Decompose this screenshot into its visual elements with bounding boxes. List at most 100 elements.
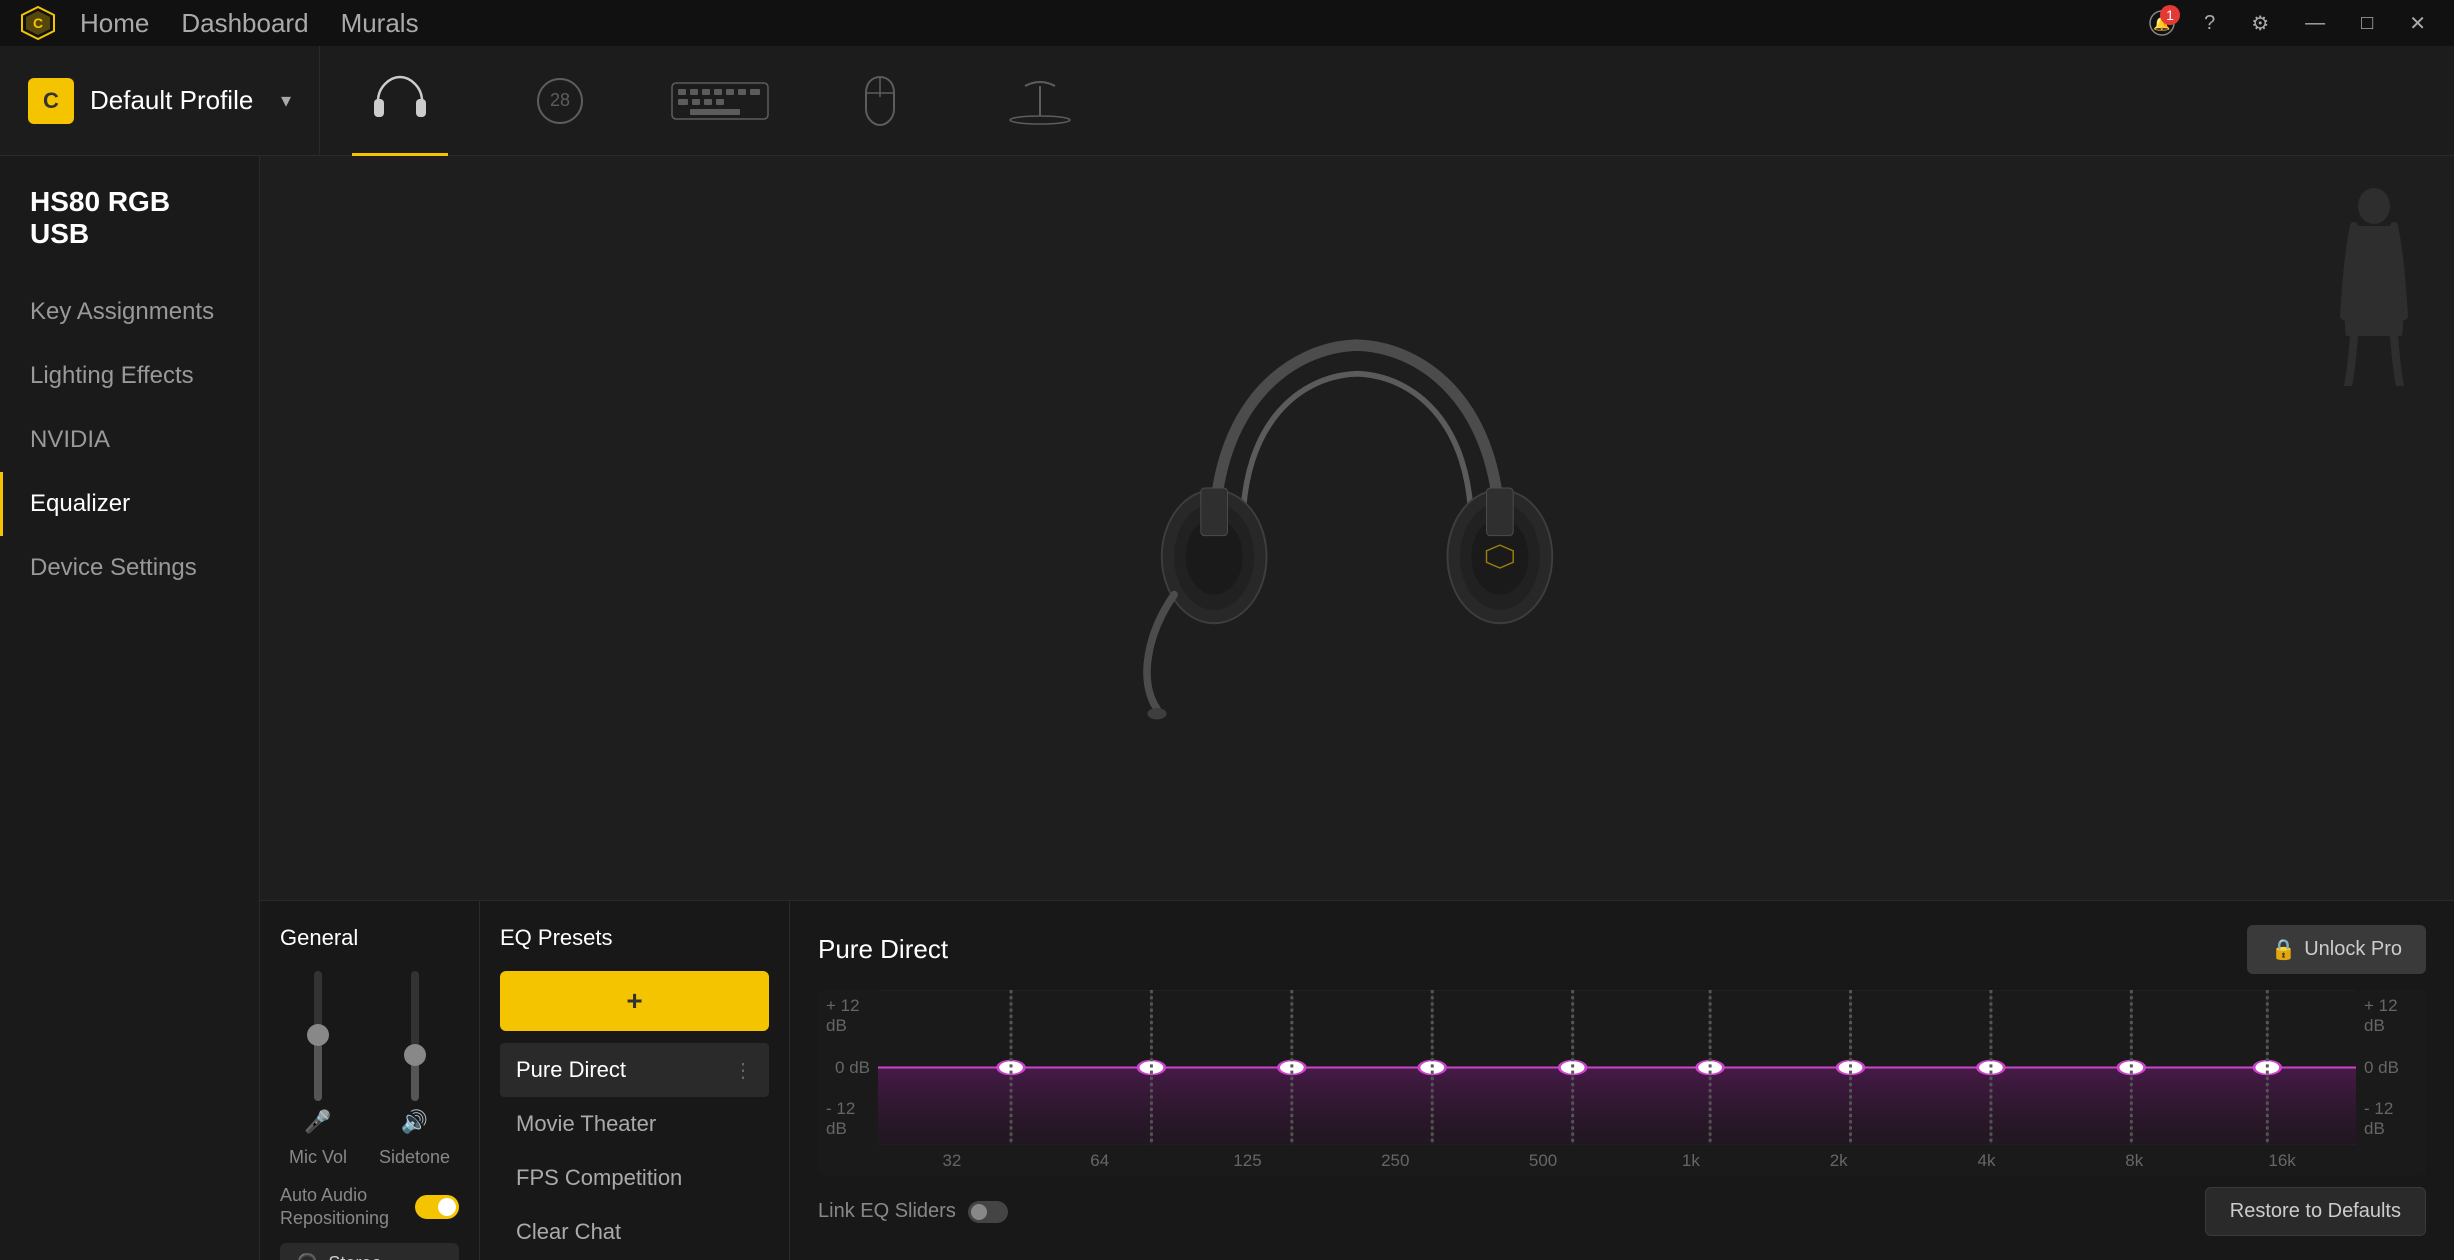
titlebar: C Home Dashboard Murals 🔔 1 ? ⚙ — □ ✕ [0, 0, 2454, 46]
eq-labels-left: + 12 dB 0 dB - 12 dB [818, 990, 878, 1145]
freq-label-500: 500 [1469, 1151, 1617, 1171]
headphones-icon: 🎧 [296, 1253, 318, 1260]
mic-vol-slider-col: 🎤 Mic Vol [289, 971, 347, 1168]
eq-footer: Link EQ Sliders Restore to Defaults [818, 1187, 2426, 1236]
preset-options-icon[interactable]: ⋮ [733, 1058, 753, 1083]
db-bottom-right: - 12 dB [2364, 1099, 2418, 1139]
nav-dashboard[interactable]: Dashboard [181, 4, 308, 43]
sidebar-item-nvidia[interactable]: NVIDIA [0, 408, 259, 472]
eq-graph: + 12 dB 0 dB - 12 dB + 12 dB 0 dB - 12 d… [818, 990, 2426, 1175]
preset-clear-chat-label: Clear Chat [516, 1219, 621, 1245]
svg-text:28: 28 [550, 90, 570, 110]
stereo-button[interactable]: 🎧 Stereo [280, 1243, 459, 1260]
db-bottom-left: - 12 dB [826, 1099, 870, 1139]
sidebar: HS80 RGB USB Key Assignments Lighting Ef… [0, 156, 260, 1260]
general-title: General [280, 925, 459, 951]
lock-icon: 🔒 [2271, 937, 2296, 962]
auto-audio-toggle[interactable] [415, 1195, 459, 1219]
freq-label-250: 250 [1321, 1151, 1469, 1171]
device-tab-mouse[interactable] [800, 46, 960, 156]
app-logo: C [20, 5, 56, 41]
help-button[interactable]: ? [2196, 8, 2223, 39]
bottom-panel: General 🎤 Mic Vol [260, 900, 2454, 1260]
device-tab-keyboard[interactable] [640, 46, 800, 156]
notification-badge[interactable]: 🔔 1 [2148, 9, 2176, 37]
close-button[interactable]: ✕ [2401, 7, 2434, 40]
nav-murals[interactable]: Murals [341, 4, 419, 43]
device-title: HS80 RGB USB [0, 186, 259, 280]
sidetone-label: Sidetone [379, 1147, 450, 1168]
settings-button[interactable]: ⚙ [2243, 7, 2277, 40]
sidetone-slider-col: 🔊 Sidetone [379, 971, 450, 1168]
profile-name: Default Profile [90, 85, 265, 116]
freq-label-16k: 16k [2208, 1151, 2356, 1171]
sidebar-item-key-assignments[interactable]: Key Assignments [0, 280, 259, 344]
eq-presets-section: EQ Presets + Pure Direct ⋮ Movie Theater… [480, 901, 790, 1260]
mic-icon: 🎤 [304, 1109, 331, 1135]
nav-home[interactable]: Home [80, 4, 149, 43]
sidetone-track[interactable] [411, 971, 419, 1101]
profile-selector[interactable]: C Default Profile ▾ [0, 46, 320, 156]
link-eq-row: Link EQ Sliders [818, 1200, 1008, 1223]
profile-icon: C [28, 78, 74, 124]
eq-presets-title: EQ Presets [500, 925, 769, 951]
sidebar-item-device-settings[interactable]: Device Settings [0, 536, 259, 600]
titlebar-controls: 🔔 1 ? ⚙ — □ ✕ [2148, 7, 2434, 40]
preset-pure-direct[interactable]: Pure Direct ⋮ [500, 1043, 769, 1097]
freq-label-125: 125 [1174, 1151, 1322, 1171]
titlebar-nav: Home Dashboard Murals [80, 4, 2124, 43]
content-area: General 🎤 Mic Vol [260, 156, 2454, 1260]
svg-text:C: C [33, 15, 43, 31]
unlock-pro-button[interactable]: 🔒 Unlock Pro [2247, 925, 2426, 974]
badge-count: 1 [2160, 5, 2180, 25]
eq-graph-title: Pure Direct [818, 934, 948, 965]
freq-label-2k: 2k [1765, 1151, 1913, 1171]
maximize-button[interactable]: □ [2353, 8, 2381, 39]
profilebar: C Default Profile ▾ 28 [0, 46, 2454, 156]
sidebar-item-equalizer[interactable]: Equalizer [0, 472, 259, 536]
device-tab-headset[interactable] [320, 46, 480, 156]
freq-label-8k: 8k [2060, 1151, 2208, 1171]
eq-svg [878, 990, 2356, 1145]
link-eq-label: Link EQ Sliders [818, 1200, 956, 1223]
auto-audio-label: Auto Audio Repositioning [280, 1184, 403, 1231]
add-preset-button[interactable]: + [500, 971, 769, 1031]
freq-label-64: 64 [1026, 1151, 1174, 1171]
mic-vol-track[interactable] [314, 971, 322, 1101]
preset-fps-competition[interactable]: FPS Competition [500, 1151, 769, 1205]
eq-freq-labels: 32 64 125 250 500 1k 2k 4k 8k 16k [878, 1147, 2356, 1175]
mic-vol-label: Mic Vol [289, 1147, 347, 1168]
silhouette-figure [2334, 186, 2414, 386]
headset-image [1107, 328, 1607, 728]
auto-audio-row: Auto Audio Repositioning [280, 1184, 459, 1231]
freq-label-1k: 1k [1617, 1151, 1765, 1171]
sidetone-icon: 🔊 [401, 1109, 428, 1135]
device-tab-stand[interactable] [960, 46, 1120, 156]
preset-pure-direct-label: Pure Direct [516, 1057, 626, 1083]
main-content: HS80 RGB USB Key Assignments Lighting Ef… [0, 156, 2454, 1260]
db-zero-left: 0 dB [835, 1058, 870, 1078]
unlock-pro-label: Unlock Pro [2304, 938, 2402, 961]
eq-header: Pure Direct 🔒 Unlock Pro [818, 925, 2426, 974]
preset-clear-chat[interactable]: Clear Chat [500, 1205, 769, 1259]
eq-labels-right: + 12 dB 0 dB - 12 dB [2356, 990, 2426, 1145]
device-tab-timer[interactable]: 28 [480, 46, 640, 156]
eq-canvas [878, 990, 2356, 1145]
preset-movie-theater-label: Movie Theater [516, 1111, 656, 1137]
sidebar-item-lighting-effects[interactable]: Lighting Effects [0, 344, 259, 408]
restore-defaults-button[interactable]: Restore to Defaults [2205, 1187, 2426, 1236]
device-tabs: 28 [320, 46, 2454, 156]
eq-graph-section: Pure Direct 🔒 Unlock Pro + 12 dB 0 dB - … [790, 901, 2454, 1260]
db-zero-right: 0 dB [2364, 1058, 2399, 1078]
stereo-label: Stereo [328, 1253, 381, 1260]
db-top-left: + 12 dB [826, 996, 870, 1036]
link-eq-toggle[interactable] [968, 1201, 1008, 1223]
headset-preview [260, 156, 2454, 900]
preset-fps-competition-label: FPS Competition [516, 1165, 682, 1191]
preset-movie-theater[interactable]: Movie Theater [500, 1097, 769, 1151]
db-top-right: + 12 dB [2364, 996, 2418, 1036]
volume-sliders: 🎤 Mic Vol 🔊 Sidetone [280, 971, 459, 1168]
freq-label-4k: 4k [1913, 1151, 2061, 1171]
minimize-button[interactable]: — [2297, 8, 2333, 39]
profile-chevron-icon: ▾ [281, 88, 291, 113]
